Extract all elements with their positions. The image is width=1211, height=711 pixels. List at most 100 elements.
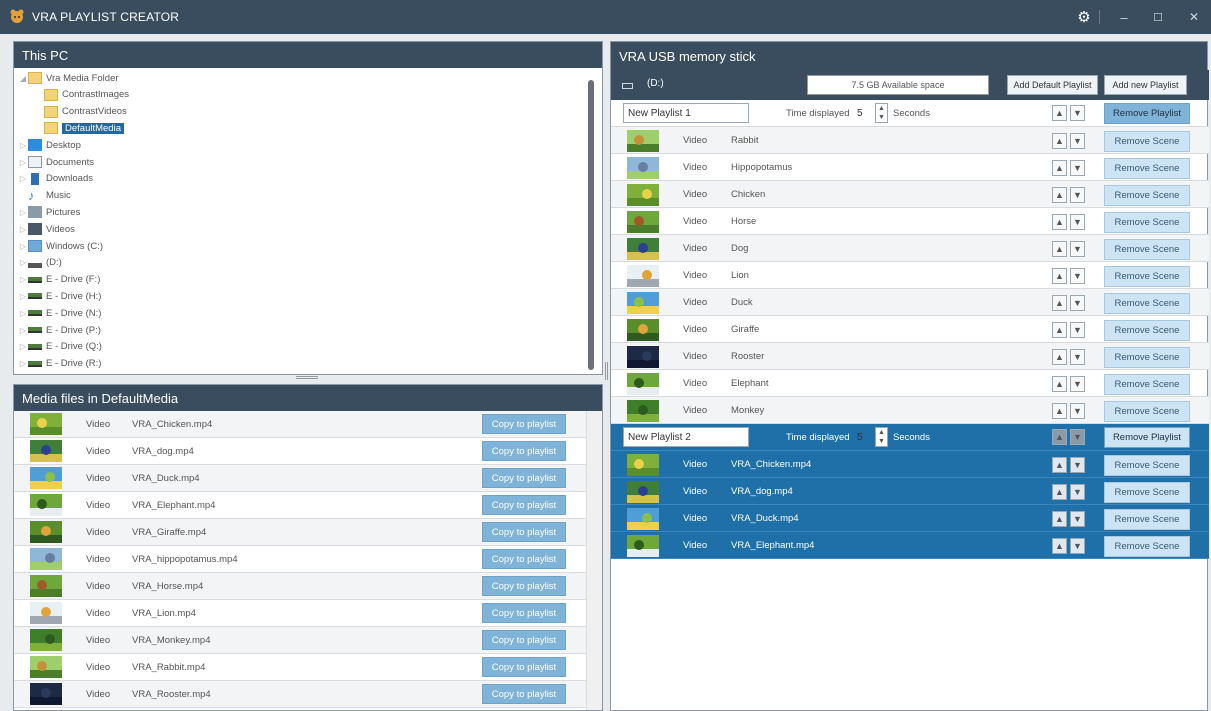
expand-arrow-icon[interactable]: ▷ [18, 208, 28, 217]
tree-item[interactable]: ◢ Vra Media Folder [18, 70, 119, 86]
remove-scene-button[interactable]: Remove Scene [1104, 293, 1190, 314]
scene-move-up-button[interactable]: ▲ [1052, 160, 1067, 176]
scene-move-down-button[interactable]: ▼ [1070, 241, 1085, 257]
copy-to-playlist-button[interactable]: Copy to playlist [482, 441, 566, 461]
expand-arrow-icon[interactable]: ▷ [18, 158, 28, 167]
tree-item[interactable]: ContrastImages [34, 87, 129, 103]
remove-scene-button[interactable]: Remove Scene [1104, 212, 1190, 233]
expand-arrow-icon[interactable]: ▷ [18, 359, 28, 368]
copy-to-playlist-button[interactable]: Copy to playlist [482, 657, 566, 677]
playlist-move-down-button[interactable]: ▼ [1070, 105, 1085, 121]
copy-to-playlist-button[interactable]: Copy to playlist [482, 630, 566, 650]
playlist-move-down-button[interactable]: ▼ [1070, 429, 1085, 445]
remove-scene-button[interactable]: Remove Scene [1104, 185, 1190, 206]
remove-playlist-button[interactable]: Remove Playlist [1104, 103, 1190, 124]
remove-scene-button[interactable]: Remove Scene [1104, 401, 1190, 422]
scene-move-up-button[interactable]: ▲ [1052, 457, 1067, 473]
scene-move-up-button[interactable]: ▲ [1052, 511, 1067, 527]
add-new-playlist-button[interactable]: Add new Playlist [1104, 75, 1187, 95]
maximize-button[interactable]: ☐ [1144, 0, 1172, 34]
scene-move-down-button[interactable]: ▼ [1070, 187, 1085, 203]
expand-arrow-icon[interactable]: ▷ [18, 242, 28, 251]
tree-item[interactable]: ▷ Documents [18, 154, 94, 170]
scene-move-up-button[interactable]: ▲ [1052, 241, 1067, 257]
scene-move-down-button[interactable]: ▼ [1070, 511, 1085, 527]
copy-to-playlist-button[interactable]: Copy to playlist [482, 522, 566, 542]
remove-scene-button[interactable]: Remove Scene [1104, 455, 1190, 476]
expand-arrow-icon[interactable]: ▷ [18, 225, 28, 234]
expand-arrow-icon[interactable]: ▷ [18, 326, 28, 335]
tree-item[interactable]: ♪ Music [18, 188, 71, 204]
time-displayed-value[interactable]: 5 [857, 432, 863, 443]
tree-item[interactable]: ▷ Desktop [18, 137, 81, 153]
copy-to-playlist-button[interactable]: Copy to playlist [482, 603, 566, 623]
playlist-name-input[interactable]: New Playlist 2 [623, 427, 749, 447]
tree-item[interactable]: ▷ E - Drive (R:) [18, 356, 102, 372]
spinner-up-icon[interactable]: ▲ [878, 104, 885, 113]
scene-move-down-button[interactable]: ▼ [1070, 403, 1085, 419]
scene-move-up-button[interactable]: ▲ [1052, 214, 1067, 230]
tree-item[interactable]: ▷ E - Drive (F:) [18, 272, 100, 288]
scene-move-up-button[interactable]: ▲ [1052, 133, 1067, 149]
remove-scene-button[interactable]: Remove Scene [1104, 131, 1190, 152]
scene-move-up-button[interactable]: ▲ [1052, 187, 1067, 203]
tree-item[interactable]: DefaultMedia [34, 120, 124, 136]
remove-scene-button[interactable]: Remove Scene [1104, 347, 1190, 368]
scene-move-down-button[interactable]: ▼ [1070, 376, 1085, 392]
scene-move-up-button[interactable]: ▲ [1052, 538, 1067, 554]
scene-move-up-button[interactable]: ▲ [1052, 295, 1067, 311]
tree-item[interactable]: ▷ Videos [18, 221, 75, 237]
playlist-name-input[interactable]: New Playlist 1 [623, 103, 749, 123]
time-displayed-value[interactable]: 5 [857, 108, 863, 119]
spinner-down-icon[interactable]: ▼ [878, 437, 885, 446]
scene-move-up-button[interactable]: ▲ [1052, 376, 1067, 392]
add-default-playlist-button[interactable]: Add Default Playlist [1007, 75, 1098, 95]
scene-move-down-button[interactable]: ▼ [1070, 133, 1085, 149]
remove-scene-button[interactable]: Remove Scene [1104, 320, 1190, 341]
tree-item[interactable]: ▷ Downloads [18, 171, 93, 187]
tree-item[interactable]: ▷ E - Drive (H:) [18, 288, 102, 304]
scene-move-up-button[interactable]: ▲ [1052, 322, 1067, 338]
scene-move-down-button[interactable]: ▼ [1070, 457, 1085, 473]
vertical-splitter[interactable] [605, 362, 608, 380]
folder-tree[interactable]: ◢ Vra Media Folder ContrastImages ContrastV… [14, 68, 602, 374]
media-scrollbar[interactable] [586, 411, 602, 710]
scene-move-down-button[interactable]: ▼ [1070, 160, 1085, 176]
tree-item[interactable]: ▷ Pictures [18, 204, 80, 220]
tree-item[interactable]: ▷ (D:) [18, 255, 62, 271]
remove-scene-button[interactable]: Remove Scene [1104, 266, 1190, 287]
scene-move-down-button[interactable]: ▼ [1070, 214, 1085, 230]
expand-arrow-icon[interactable]: ▷ [18, 275, 28, 284]
remove-scene-button[interactable]: Remove Scene [1104, 239, 1190, 260]
copy-to-playlist-button[interactable]: Copy to playlist [482, 414, 566, 434]
scene-move-down-button[interactable]: ▼ [1070, 484, 1085, 500]
scene-move-down-button[interactable]: ▼ [1070, 268, 1085, 284]
remove-scene-button[interactable]: Remove Scene [1104, 536, 1190, 557]
remove-playlist-button[interactable]: Remove Playlist [1104, 427, 1190, 448]
settings-gear-icon[interactable]: ⚙ [1072, 0, 1096, 34]
copy-to-playlist-button[interactable]: Copy to playlist [482, 549, 566, 569]
scene-move-up-button[interactable]: ▲ [1052, 403, 1067, 419]
expand-arrow-icon[interactable]: ▷ [18, 309, 28, 318]
playlist-move-up-button[interactable]: ▲ [1052, 429, 1067, 445]
tree-item[interactable]: ContrastVideos [34, 104, 127, 120]
remove-scene-button[interactable]: Remove Scene [1104, 374, 1190, 395]
remove-scene-button[interactable]: Remove Scene [1104, 509, 1190, 530]
horizontal-splitter[interactable] [296, 376, 318, 379]
expand-arrow-icon[interactable]: ▷ [18, 141, 28, 150]
tree-item[interactable]: ▷ E - Drive (P:) [18, 322, 101, 338]
remove-scene-button[interactable]: Remove Scene [1104, 158, 1190, 179]
expand-arrow-icon[interactable]: ▷ [18, 258, 28, 267]
tree-item[interactable]: ▷ Windows (C:) [18, 238, 103, 254]
copy-to-playlist-button[interactable]: Copy to playlist [482, 684, 566, 704]
minimize-button[interactable]: – [1110, 0, 1138, 34]
scene-move-down-button[interactable]: ▼ [1070, 322, 1085, 338]
time-spinner[interactable]: ▲ ▼ [875, 103, 888, 123]
remove-scene-button[interactable]: Remove Scene [1104, 482, 1190, 503]
tree-scrollbar[interactable] [588, 80, 594, 370]
scene-move-up-button[interactable]: ▲ [1052, 484, 1067, 500]
expand-arrow-icon[interactable]: ▷ [18, 292, 28, 301]
time-spinner[interactable]: ▲ ▼ [875, 427, 888, 447]
close-button[interactable]: ✕ [1180, 0, 1208, 34]
copy-to-playlist-button[interactable]: Copy to playlist [482, 576, 566, 596]
